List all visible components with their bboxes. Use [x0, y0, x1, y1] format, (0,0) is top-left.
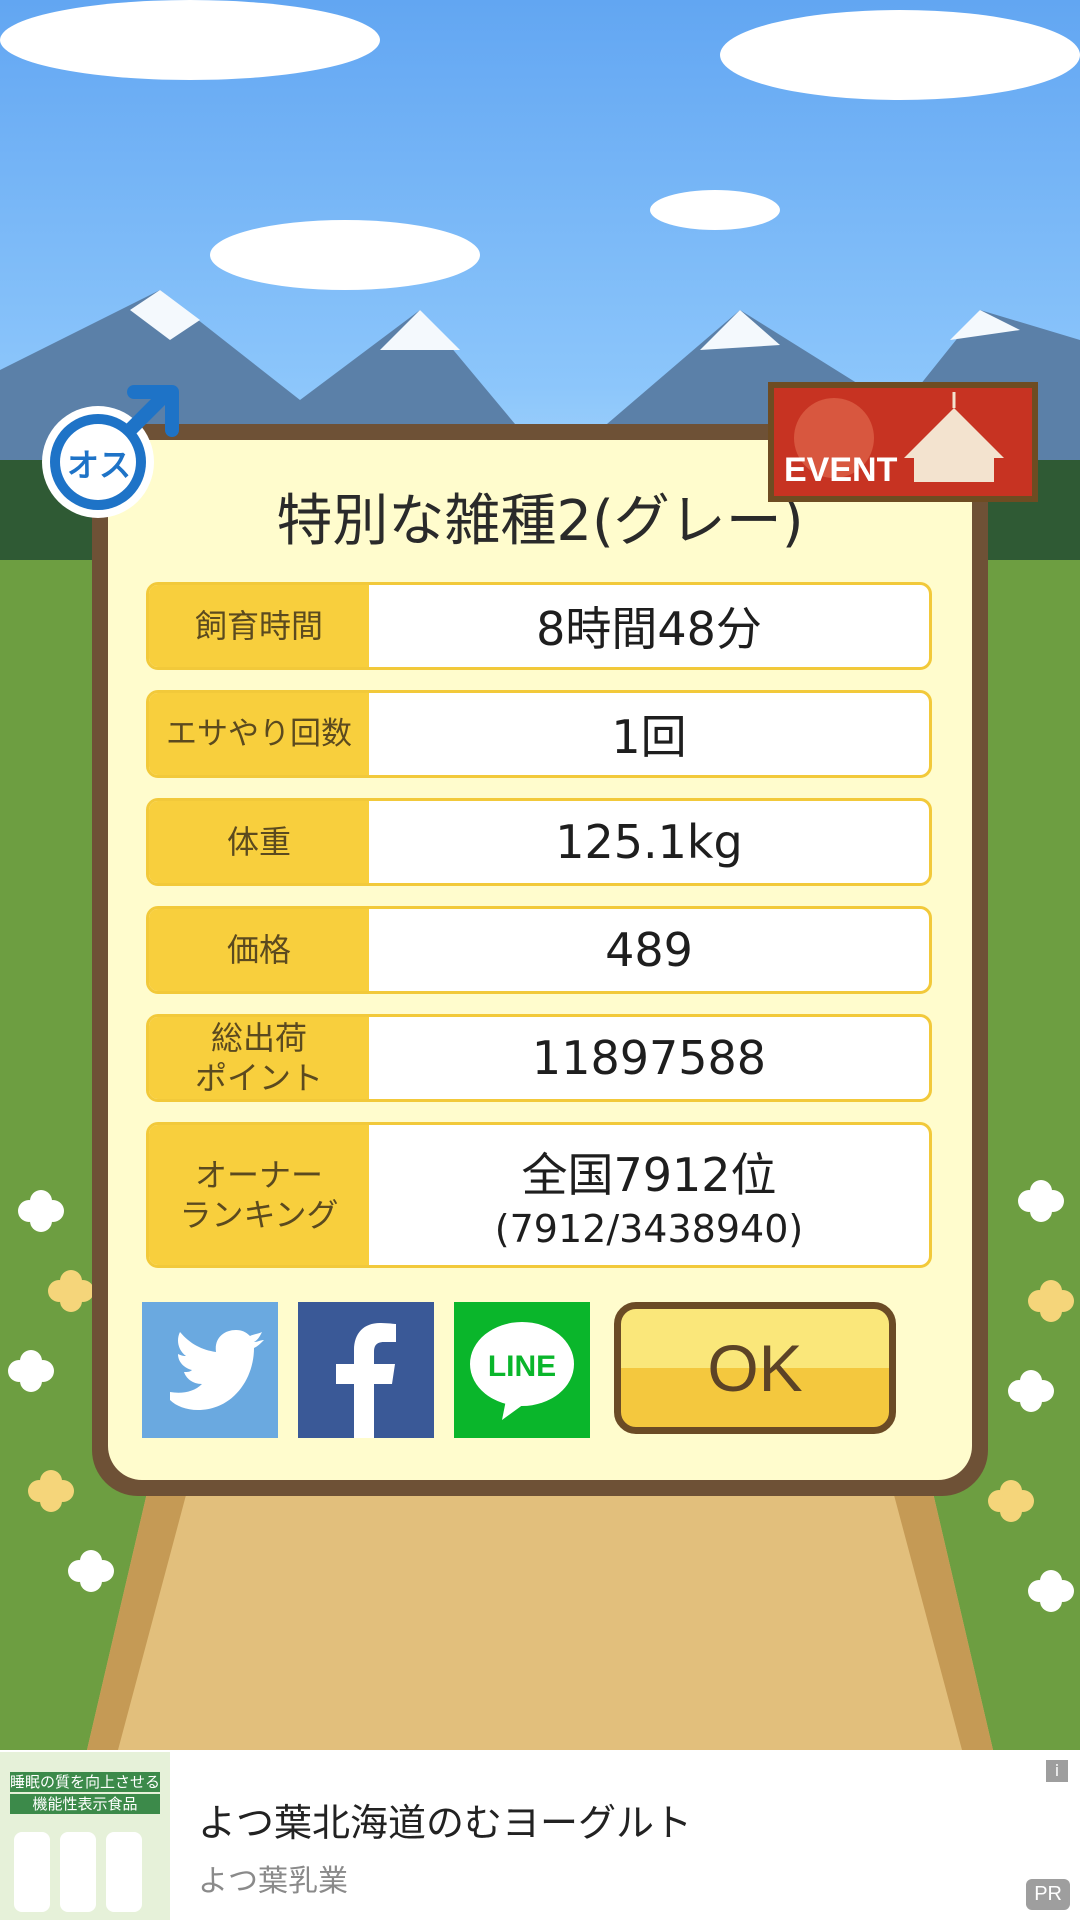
flower — [1030, 1190, 1052, 1212]
row-label: エサやり回数 — [149, 693, 369, 775]
flower — [60, 1280, 82, 1302]
row-label: 総出荷 ポイント — [149, 1017, 369, 1099]
flower — [40, 1480, 62, 1502]
flower — [80, 1560, 102, 1582]
row-label: オーナー ランキング — [149, 1125, 369, 1265]
gender-label: オス — [66, 446, 131, 484]
row-value: 全国7912位 (7912/3438940) — [369, 1125, 929, 1265]
dirt-path — [87, 1480, 993, 1750]
cloud — [0, 0, 380, 80]
row-value: 125.1kg — [369, 801, 929, 883]
male-gender-badge: オス — [38, 380, 188, 530]
row-value: 489 — [369, 909, 929, 991]
flower — [20, 1360, 42, 1382]
event-label: EVENT — [784, 451, 898, 489]
flower — [30, 1200, 52, 1222]
line-share-button[interactable]: LINE — [454, 1302, 590, 1438]
flower — [1020, 1380, 1042, 1402]
row-label: 価格 — [149, 909, 369, 991]
ranking-text: 全国7912位 — [521, 1148, 777, 1202]
row-value-text: 11897588 — [531, 1031, 767, 1085]
ad-info-icon[interactable]: i — [1046, 1760, 1068, 1782]
row-value: 11897588 — [369, 1017, 929, 1099]
facebook-share-button[interactable] — [298, 1302, 434, 1438]
ad-advertiser: よつ葉乳業 — [198, 1864, 348, 1899]
row-label: 飼育時間 — [149, 585, 369, 667]
ad-title: よつ葉北海道のむヨーグルト — [198, 1801, 693, 1845]
ad-image-caption: 機能性表示食品 — [10, 1794, 160, 1814]
twitter-icon — [170, 1330, 264, 1410]
twitter-share-button[interactable] — [142, 1302, 278, 1438]
row-value-text: 1回 — [611, 710, 687, 764]
line-label: LINE — [487, 1350, 557, 1383]
ad-image-caption: 睡眠の質を向上させる — [10, 1772, 161, 1792]
row-value-text: 489 — [605, 923, 693, 977]
ok-button[interactable]: OK — [614, 1302, 896, 1434]
ok-label: OK — [707, 1331, 803, 1405]
info-row-shipping-points: 総出荷 ポイント 11897588 — [146, 1014, 932, 1102]
info-row-owner-ranking: オーナー ランキング 全国7912位 (7912/3438940) — [146, 1122, 932, 1268]
cloud — [650, 190, 780, 230]
row-value-text: 125.1kg — [555, 815, 743, 869]
ad-pr-label: PR — [1026, 1879, 1070, 1910]
ranking-detail: (7912/3438940) — [494, 1207, 804, 1251]
flower — [1040, 1290, 1062, 1312]
info-row-raising-time: 飼育時間 8時間48分 — [146, 582, 932, 670]
cloud — [720, 10, 1080, 100]
row-value-text: 8時間48分 — [536, 602, 762, 656]
event-badge[interactable]: EVENT — [768, 382, 1038, 502]
info-row-weight: 体重 125.1kg — [146, 798, 932, 886]
flower — [1000, 1490, 1022, 1512]
flower — [1040, 1580, 1062, 1602]
row-label: 体重 — [149, 801, 369, 883]
row-value: 1回 — [369, 693, 929, 775]
row-value: 8時間48分 — [369, 585, 929, 667]
info-row-feed-count: エサやり回数 1回 — [146, 690, 932, 778]
ad-banner[interactable]: 睡眠の質を向上させる 機能性表示食品 よつ葉北海道のむヨーグルト よつ葉乳業 i… — [0, 1752, 1080, 1920]
facebook-icon — [336, 1323, 396, 1438]
info-row-price: 価格 489 — [146, 906, 932, 994]
ad-product-image: 睡眠の質を向上させる 機能性表示食品 — [0, 1752, 170, 1920]
